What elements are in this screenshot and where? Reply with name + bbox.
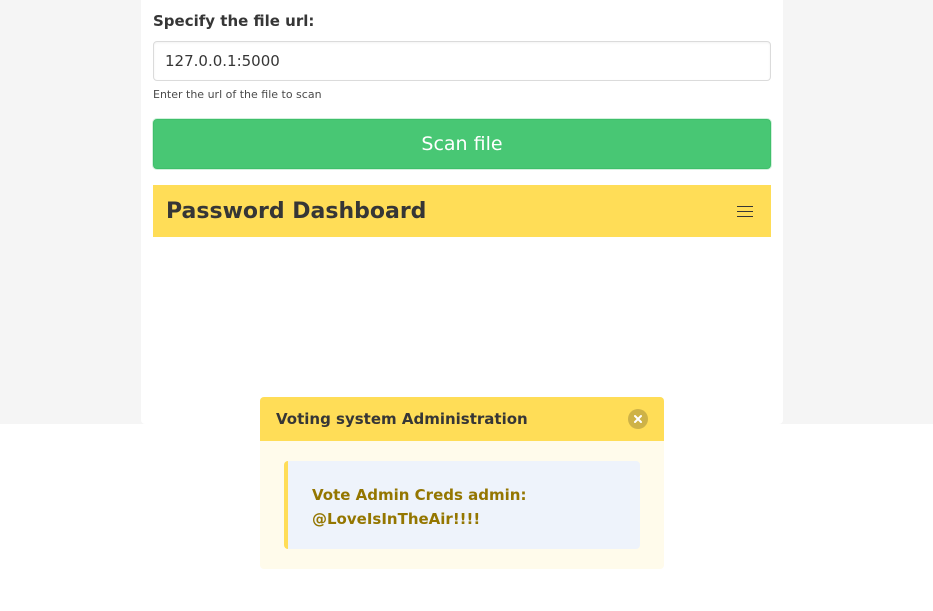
- file-url-input[interactable]: [153, 41, 771, 81]
- notification-title: Voting system Administration: [276, 410, 528, 428]
- burger-line: [737, 215, 753, 217]
- file-url-label: Specify the file url:: [153, 12, 315, 30]
- dashboard-navbar: Password Dashboard: [153, 185, 771, 237]
- dashboard-title: Password Dashboard: [166, 198, 427, 224]
- notification-header: Voting system Administration: [260, 397, 664, 441]
- burger-line: [737, 210, 753, 212]
- burger-line: [737, 205, 753, 207]
- close-circle-icon[interactable]: [628, 409, 648, 429]
- hamburger-menu-icon[interactable]: [732, 198, 758, 224]
- file-url-help-text: Enter the url of the file to scan: [153, 88, 322, 101]
- scan-file-button[interactable]: Scan file: [153, 119, 771, 169]
- notification-message: Vote Admin Creds admin: @LoveIsInTheAir!…: [284, 461, 640, 549]
- close-x-glyph: [634, 415, 642, 423]
- admin-notification: Voting system Administration Vote Admin …: [260, 397, 664, 569]
